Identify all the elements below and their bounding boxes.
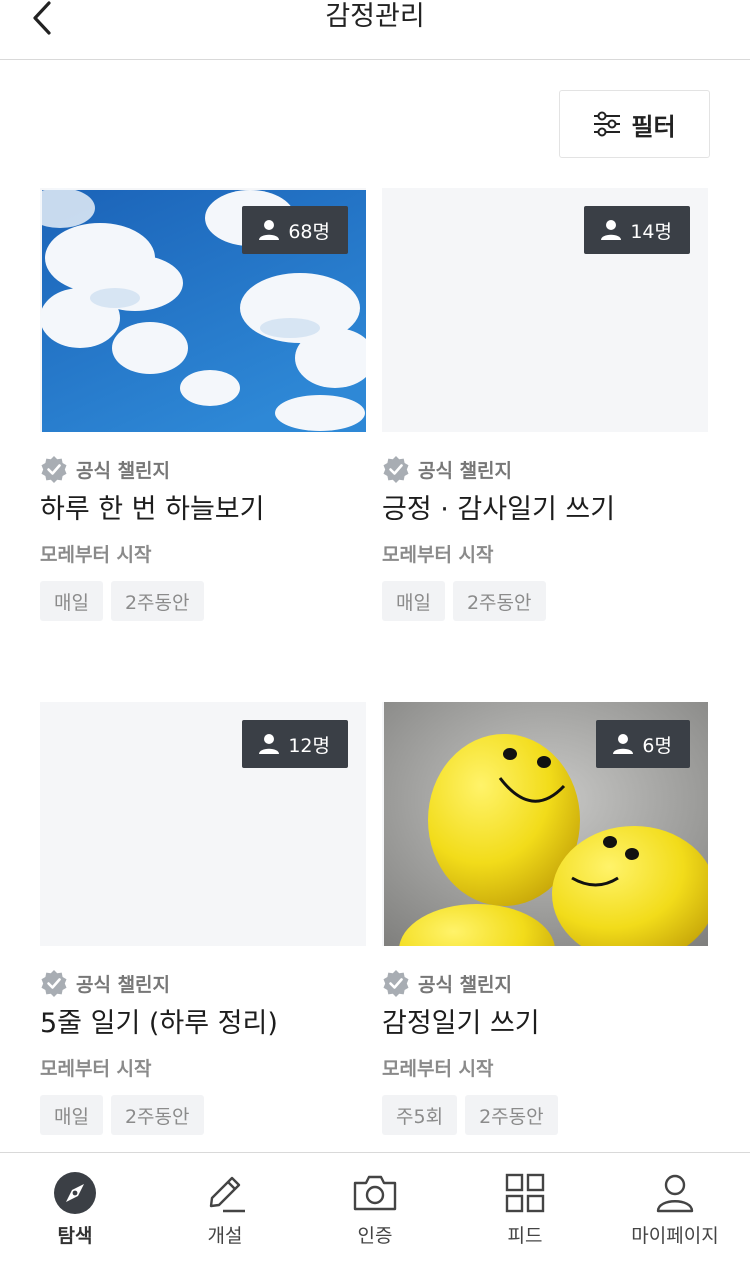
participant-count: 12명 bbox=[288, 734, 330, 757]
challenge-tags: 주5회 2주동안 bbox=[382, 1095, 708, 1135]
challenge-card[interactable]: 68명 공식 챌린지 하루 한 번 하늘보기 모레부터 시작 매일 2주동안 bbox=[40, 188, 366, 621]
person-icon bbox=[613, 734, 634, 754]
challenge-title: 감정일기 쓰기 bbox=[382, 1008, 540, 1039]
frequency-tag: 매일 bbox=[40, 1095, 103, 1135]
challenge-card[interactable]: 6명 공식 챌린지 감정일기 쓰기 모레부터 시작 주5회 2주동안 bbox=[382, 702, 708, 1135]
official-challenge-label: 공식 챌린지 bbox=[40, 968, 366, 998]
nav-item-create[interactable]: 개설 bbox=[150, 1153, 300, 1262]
challenge-tags: 매일 2주동안 bbox=[40, 581, 366, 621]
pencil-icon bbox=[209, 1176, 245, 1213]
duration-tag: 2주동안 bbox=[110, 1095, 204, 1135]
challenge-start: 모레부터 시작 bbox=[382, 544, 494, 566]
nav-item-explore[interactable]: 탐색 bbox=[0, 1153, 150, 1262]
verified-badge-icon bbox=[41, 970, 67, 997]
frequency-tag: 매일 bbox=[40, 581, 103, 621]
challenge-tags: 매일 2주동안 bbox=[382, 581, 708, 621]
challenge-tags: 매일 2주동안 bbox=[40, 1095, 366, 1135]
person-icon bbox=[601, 220, 622, 240]
verified-badge-icon bbox=[383, 456, 409, 483]
duration-tag: 2주동안 bbox=[452, 581, 546, 621]
sliders-icon bbox=[594, 111, 621, 137]
page-title: 감정관리 bbox=[325, 1, 425, 32]
participant-count-badge: 12명 bbox=[242, 720, 348, 768]
person-icon bbox=[259, 220, 280, 240]
challenge-thumbnail: 68명 bbox=[40, 188, 366, 432]
challenge-start: 모레부터 시작 bbox=[40, 544, 152, 566]
person-icon bbox=[656, 1174, 694, 1213]
duration-tag: 2주동안 bbox=[465, 1095, 558, 1135]
challenge-thumbnail: 12명 bbox=[40, 702, 366, 946]
filter-label: 필터 bbox=[631, 112, 676, 141]
frequency-tag: 매일 bbox=[382, 581, 445, 621]
bottom-nav: 탐색 개설 인증 피드 마이페이지 bbox=[0, 1152, 750, 1262]
challenge-card[interactable]: 12명 공식 챌린지 5줄 일기 (하루 정리) 모레부터 시작 매일 2주동안 bbox=[40, 702, 366, 1135]
challenge-start: 모레부터 시작 bbox=[40, 1058, 152, 1080]
nav-item-verify[interactable]: 인증 bbox=[300, 1153, 450, 1262]
challenge-card[interactable]: 14명 공식 챌린지 긍정 · 감사일기 쓰기 모레부터 시작 매일 2주동안 bbox=[382, 188, 708, 621]
person-icon bbox=[259, 734, 280, 754]
participant-count-badge: 6명 bbox=[596, 720, 690, 768]
challenge-start: 모레부터 시작 bbox=[382, 1058, 494, 1080]
challenge-thumbnail: 14명 bbox=[382, 188, 708, 432]
grid-icon bbox=[505, 1173, 545, 1213]
verified-badge-icon bbox=[383, 970, 409, 997]
challenge-thumbnail: 6명 bbox=[382, 702, 708, 946]
participant-count-badge: 68명 bbox=[242, 206, 348, 254]
frequency-tag: 주5회 bbox=[382, 1095, 458, 1135]
official-challenge-label: 공식 챌린지 bbox=[40, 454, 366, 484]
camera-icon bbox=[353, 1175, 397, 1211]
compass-icon bbox=[54, 1172, 96, 1214]
challenge-title: 하루 한 번 하늘보기 bbox=[40, 494, 265, 525]
challenge-title: 긍정 · 감사일기 쓰기 bbox=[382, 494, 616, 525]
duration-tag: 2주동안 bbox=[110, 581, 204, 621]
official-challenge-label: 공식 챌린지 bbox=[382, 968, 708, 998]
nav-item-feed[interactable]: 피드 bbox=[450, 1153, 600, 1262]
official-challenge-label: 공식 챌린지 bbox=[382, 454, 708, 484]
verified-badge-icon bbox=[41, 456, 67, 483]
participant-count-badge: 14명 bbox=[584, 206, 690, 254]
app-header: 감정관리 bbox=[0, 0, 750, 60]
participant-count: 68명 bbox=[288, 220, 330, 243]
nav-item-mypage[interactable]: 마이페이지 bbox=[600, 1153, 750, 1262]
participant-count: 6명 bbox=[642, 734, 672, 757]
filter-button[interactable]: 필터 bbox=[559, 90, 710, 158]
challenge-title: 5줄 일기 (하루 정리) bbox=[40, 1008, 278, 1039]
participant-count: 14명 bbox=[630, 220, 672, 243]
